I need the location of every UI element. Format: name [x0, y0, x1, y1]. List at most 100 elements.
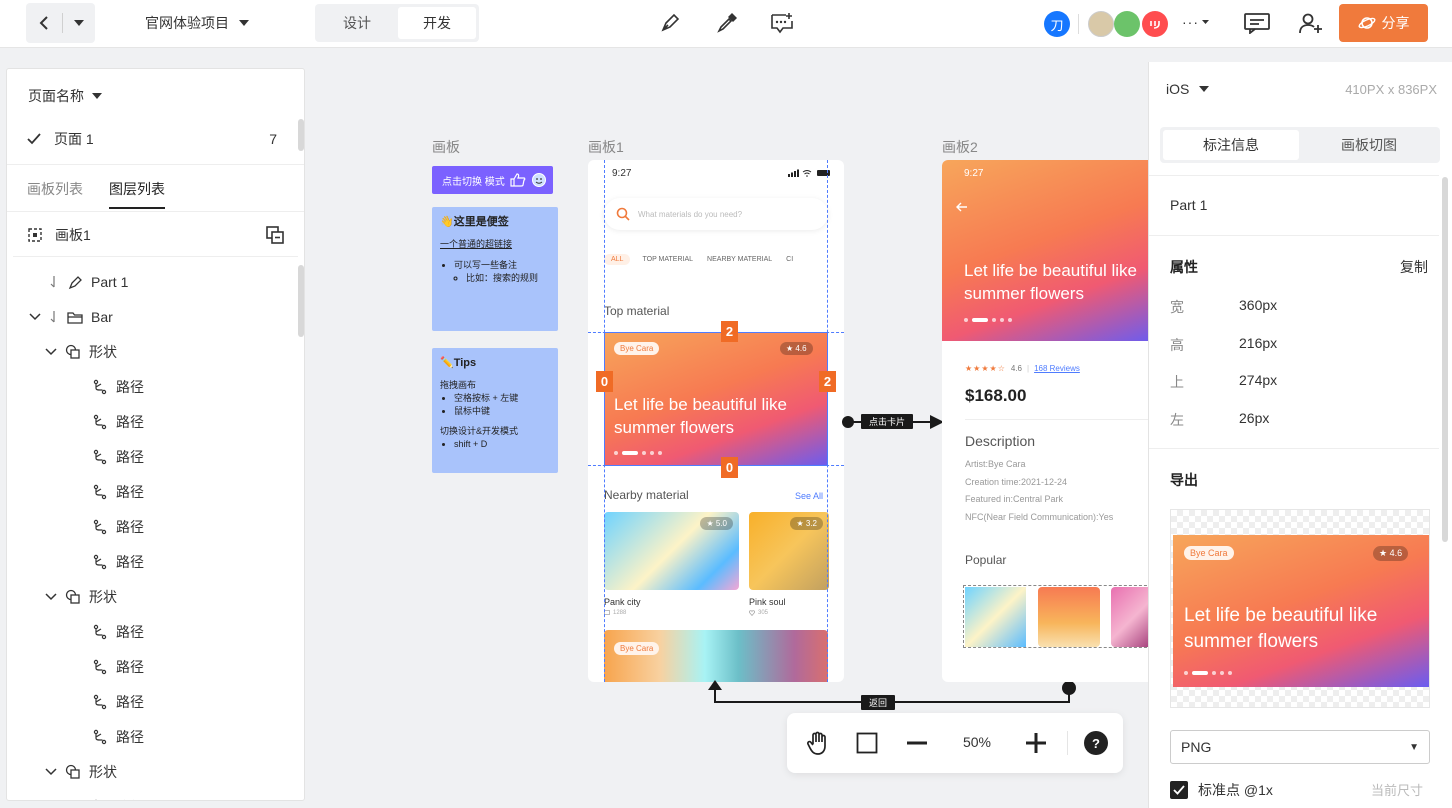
layer-row[interactable]: Bar: [29, 306, 113, 328]
page-name-dropdown[interactable]: 页面名称: [28, 86, 102, 106]
layer-row[interactable]: 形状: [45, 586, 117, 608]
share-button[interactable]: 分享: [1339, 4, 1428, 42]
chevron-down-icon[interactable]: [45, 348, 57, 356]
mode-design-tab[interactable]: 设计: [318, 7, 396, 39]
help-button[interactable]: ?: [1082, 729, 1110, 757]
tab-annotation[interactable]: 标注信息: [1163, 130, 1299, 160]
note-bullet: 鼠标中键: [454, 405, 550, 418]
layer-row[interactable]: Part 1: [29, 271, 128, 293]
project-selector[interactable]: 官网体验项目: [145, 13, 249, 33]
user-avatar-blue[interactable]: 刀: [1044, 11, 1070, 37]
chip-more[interactable]: CI: [784, 254, 795, 265]
layer-row[interactable]: 路径: [92, 411, 144, 433]
bottom-card[interactable]: Bye Cara: [604, 630, 828, 682]
scrollbar[interactable]: [1442, 177, 1448, 542]
board2-label[interactable]: 画板2: [942, 137, 978, 157]
popular-item-3[interactable]: [1111, 587, 1148, 647]
layer-row[interactable]: 路径: [92, 796, 144, 800]
layer-row[interactable]: 路径: [92, 656, 144, 678]
prop-top[interactable]: 上 274px: [1170, 372, 1277, 392]
comment-button[interactable]: [769, 10, 795, 36]
check-icon: [27, 133, 41, 145]
arrow-left-icon[interactable]: [956, 202, 968, 212]
prop-height[interactable]: 高 216px: [1170, 335, 1277, 355]
frame-tool-button[interactable]: [853, 729, 881, 757]
popular-row[interactable]: [963, 585, 1148, 648]
tab-artboard-list[interactable]: 画板列表: [27, 179, 83, 209]
nav-dropdown-button[interactable]: [63, 3, 95, 43]
chip-all[interactable]: ALL: [604, 254, 631, 265]
message-button[interactable]: [1244, 10, 1270, 36]
artboard-row[interactable]: 画板1: [27, 225, 285, 245]
chevron-down-icon[interactable]: [29, 313, 41, 321]
checkbox-checked[interactable]: [1170, 781, 1188, 799]
flow-label-back: 返回: [861, 695, 896, 710]
zoom-out-button[interactable]: [903, 729, 931, 757]
more-users-button[interactable]: ···: [1182, 14, 1209, 30]
chevron-down-icon[interactable]: [45, 768, 57, 776]
artboard-2[interactable]: 9:27 Let life be beautiful like summer f…: [942, 160, 1148, 682]
switch-mode-badge[interactable]: 点击切换 模式: [432, 166, 553, 194]
zoom-level[interactable]: 50%: [953, 734, 1001, 750]
board1-label[interactable]: 画板1: [588, 137, 624, 157]
see-all-link[interactable]: See All: [795, 491, 823, 501]
zoom-in-button[interactable]: [1022, 729, 1050, 757]
mode-dev-tab[interactable]: 开发: [398, 7, 476, 39]
design-canvas[interactable]: 画板 画板1 画板2 点击切换 模式 👋这里是便签 一个普通的超链接 可以写一些…: [305, 48, 1148, 808]
chip-top[interactable]: TOP MATERIAL: [640, 254, 695, 265]
layer-row[interactable]: 路径: [92, 481, 144, 503]
copy-icon[interactable]: [265, 225, 285, 245]
copy-button[interactable]: 复制: [1400, 257, 1428, 277]
user-avatar-3[interactable]: [1142, 11, 1168, 37]
search-bar[interactable]: What materials do you need?: [604, 198, 828, 230]
add-user-button[interactable]: [1298, 10, 1324, 36]
scrollbar[interactable]: [298, 265, 304, 337]
prop-width[interactable]: 宽 360px: [1170, 297, 1277, 317]
measure-right: 2: [819, 371, 836, 392]
format-select[interactable]: PNG ▼: [1170, 730, 1430, 764]
layer-row[interactable]: 路径: [92, 516, 144, 538]
sticky-note-2[interactable]: ✏️Tips 拖拽画布 空格按标 + 左键 鼠标中键 切换设计&开发模式 shi…: [432, 348, 558, 473]
user-avatar-2[interactable]: [1114, 11, 1140, 37]
shape-icon: [65, 344, 80, 359]
export-scale-checkbox[interactable]: 标准点 @1x: [1170, 780, 1273, 800]
chevron-down-icon[interactable]: [45, 593, 57, 601]
layer-row[interactable]: 路径: [92, 691, 144, 713]
item-meta-value: 305: [758, 610, 769, 616]
layer-row[interactable]: 路径: [92, 376, 144, 398]
nearby-item-2-image[interactable]: ★ 3.2: [749, 512, 829, 590]
layer-row[interactable]: 形状: [45, 761, 117, 783]
layer-row[interactable]: 路径: [92, 621, 144, 643]
nearby-item-1-image[interactable]: ★ 5.0: [604, 512, 739, 590]
back-button[interactable]: [26, 3, 62, 43]
reviews-link[interactable]: 168 Reviews: [1034, 364, 1080, 373]
platform-dropdown[interactable]: iOS: [1166, 81, 1210, 97]
caret-down-icon: [74, 20, 84, 26]
hand-tool-button[interactable]: [804, 729, 832, 757]
layer-row[interactable]: 路径: [92, 726, 144, 748]
user-avatar-1[interactable]: [1088, 11, 1114, 37]
page-list-item[interactable]: 页面 1 7: [27, 129, 277, 149]
switch-badge-text: 点击切换 模式: [442, 176, 505, 188]
note-bullet: 可以写一些备注: [454, 259, 550, 272]
artboard-1[interactable]: 9:27 What materials do you need? ALL TOP…: [588, 160, 844, 682]
tab-layer-list[interactable]: 图层列表: [109, 179, 165, 209]
layer-row[interactable]: 路径: [92, 446, 144, 468]
tab-slices[interactable]: 画板切图: [1301, 130, 1437, 160]
path-icon: [93, 729, 107, 745]
layer-label: 路径: [116, 414, 144, 430]
popular-item-2[interactable]: [1038, 587, 1100, 647]
pen-icon: [68, 276, 82, 290]
chip-nearby[interactable]: NEARBY MATERIAL: [705, 254, 774, 265]
popular-item-1[interactable]: [965, 587, 1026, 647]
eyedropper-button[interactable]: [714, 10, 740, 36]
layer-row[interactable]: 形状: [45, 341, 117, 363]
note-link[interactable]: 一个普通的超链接: [440, 238, 550, 251]
sticky-note-1[interactable]: 👋这里是便签 一个普通的超链接 可以写一些备注 比如：搜索的规则: [432, 207, 558, 331]
item-2-name: Pink soul: [749, 597, 786, 607]
prop-left[interactable]: 左 26px: [1170, 410, 1269, 430]
scrollbar[interactable]: [298, 119, 304, 151]
pen-tool-button[interactable]: [657, 10, 683, 36]
note-sub-bullet: 比如：搜索的规则: [466, 272, 550, 285]
layer-row[interactable]: 路径: [92, 551, 144, 573]
